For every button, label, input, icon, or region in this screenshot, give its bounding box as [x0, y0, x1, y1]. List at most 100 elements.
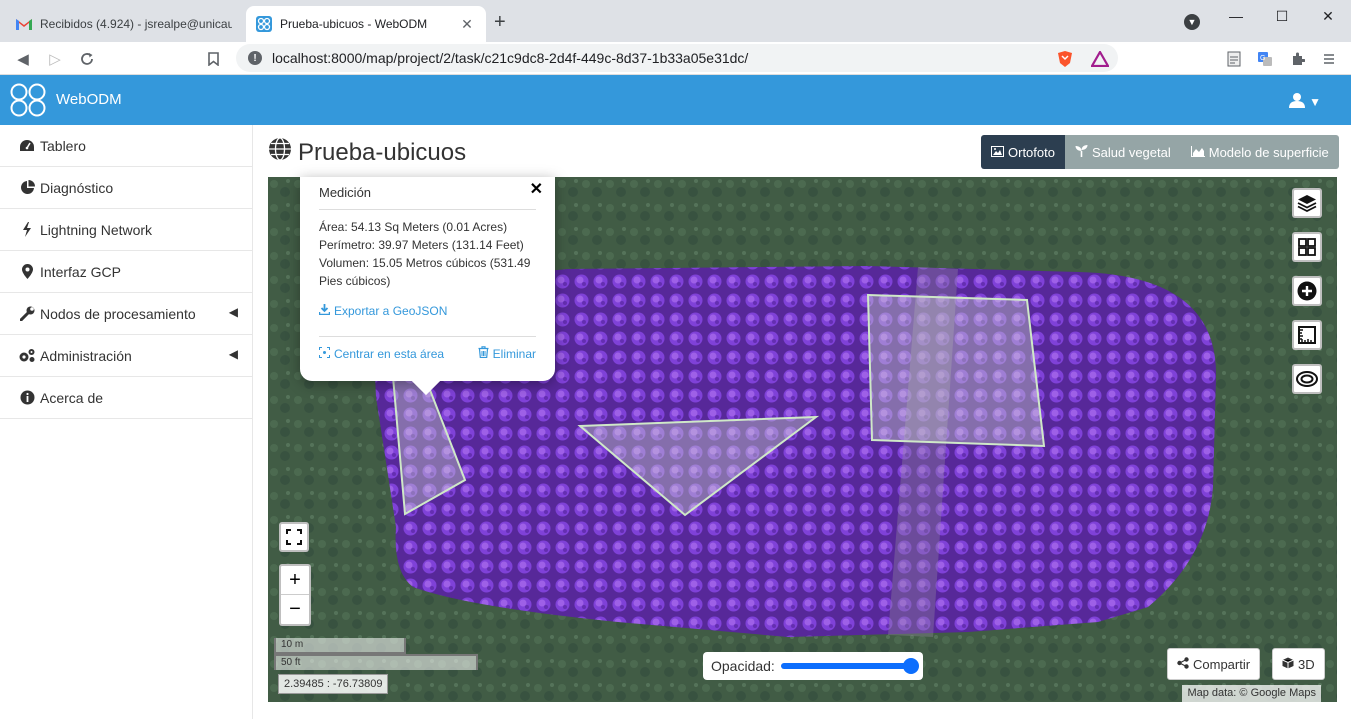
- volume-value: Volumen: 15.05 Metros cúbicos (531.49 Pi…: [319, 256, 531, 288]
- share-icon: [1177, 656, 1189, 672]
- site-info-icon[interactable]: !: [248, 51, 262, 65]
- window-close-icon[interactable]: ✕: [1305, 0, 1351, 32]
- bolt-icon: [18, 222, 36, 237]
- perimeter-value: Perímetro: 39.97 Meters (131.14 Feet): [319, 238, 524, 252]
- surface-model-button[interactable]: Modelo de superficie: [1180, 135, 1339, 169]
- ruler-icon[interactable]: [1292, 320, 1322, 350]
- sidebar: Tablero Diagnóstico Lightning Network In…: [0, 125, 253, 719]
- wrench-icon: [18, 306, 36, 321]
- area-chart-icon: [1190, 145, 1205, 160]
- close-icon[interactable]: ✕: [530, 179, 543, 199]
- brave-shield-icon[interactable]: [1056, 50, 1074, 68]
- zoom-in-button[interactable]: +: [281, 566, 309, 595]
- scale-bar-meters: 10 m: [274, 638, 406, 654]
- translate-icon[interactable]: G: [1256, 50, 1274, 68]
- browser-menu-icon[interactable]: [1320, 50, 1338, 68]
- image-icon: [991, 145, 1004, 160]
- sidebar-item-label: Tablero: [40, 137, 86, 154]
- plant-health-label: Salud vegetal: [1091, 144, 1171, 160]
- opacity-control: Opacidad:: [703, 652, 923, 680]
- zoom-control: + −: [279, 564, 311, 626]
- 3d-label: 3D: [1298, 656, 1315, 672]
- address-bar-row: ◀ ▷ ! localhost:8000/map/project/2/task/…: [0, 42, 1351, 75]
- scale-bar-feet: 50 ft: [274, 654, 478, 670]
- reload-icon[interactable]: [76, 48, 98, 70]
- export-geojson-label: Exportar a GeoJSON: [334, 304, 448, 318]
- sidebar-item-lightning[interactable]: Lightning Network: [0, 209, 252, 251]
- download-icon: [318, 302, 331, 320]
- dashboard-icon: [18, 139, 36, 153]
- grid-icon[interactable]: [1292, 232, 1322, 262]
- map-attribution: Map data: © Google Maps: [1182, 685, 1321, 702]
- minimize-icon[interactable]: —: [1213, 0, 1259, 32]
- new-tab-icon[interactable]: +: [494, 12, 506, 32]
- plant-health-button[interactable]: Salud vegetal: [1064, 135, 1181, 169]
- export-geojson-link[interactable]: Exportar a GeoJSON: [318, 302, 536, 320]
- pie-chart-icon: [18, 180, 36, 195]
- brave-rewards-icon[interactable]: [1091, 50, 1109, 68]
- sidebar-item-dashboard[interactable]: Tablero: [0, 125, 252, 167]
- delete-link[interactable]: Eliminar: [478, 346, 536, 361]
- sidebar-item-processing-nodes[interactable]: Nodos de procesamiento ◀: [0, 293, 252, 335]
- popup-title: Medición: [319, 185, 536, 210]
- seedling-icon: [1075, 144, 1088, 160]
- webodm-icon: [256, 16, 272, 32]
- zoom-out-button[interactable]: −: [281, 595, 309, 624]
- crosshair-icon: [319, 346, 330, 361]
- cogs-icon: [18, 348, 36, 363]
- measurement-popup: Medición ✕ Área: 54.13 Sq Meters (0.01 A…: [300, 177, 555, 396]
- share-label: Compartir: [1193, 656, 1251, 672]
- share-button[interactable]: Compartir: [1167, 648, 1261, 680]
- center-area-link[interactable]: Centrar en esta área: [319, 346, 444, 361]
- webodm-logo[interactable]: [10, 83, 46, 120]
- sidebar-item-label: Nodos de procesamiento: [40, 305, 196, 322]
- app-navbar: WebODM ▼: [0, 75, 1351, 125]
- orthophoto-label: Ortofoto: [1008, 144, 1055, 160]
- fullscreen-icon[interactable]: [279, 522, 309, 552]
- area-value: Área: 54.13 Sq Meters (0.01 Acres): [319, 220, 508, 234]
- sidebar-item-label: Lightning Network: [40, 221, 153, 238]
- browser-tab-bar: Recibidos (4.924) - jsrealpe@unicauca. P…: [0, 0, 1351, 42]
- extensions-icon[interactable]: [1289, 50, 1307, 68]
- center-area-label: Centrar en esta área: [334, 346, 445, 361]
- trash-icon: [478, 346, 489, 361]
- tab-gmail[interactable]: Recibidos (4.924) - jsrealpe@unicauca.: [6, 6, 242, 42]
- map-marker-icon: [18, 264, 36, 279]
- gmail-icon: [16, 16, 32, 32]
- url-text: localhost:8000/map/project/2/task/c21c9d…: [272, 50, 749, 66]
- sidebar-item-diagnostic[interactable]: Diagnóstico: [0, 167, 252, 209]
- tab-title: Recibidos (4.924) - jsrealpe@unicauca.: [40, 17, 232, 31]
- url-field[interactable]: ! localhost:8000/map/project/2/task/c21c…: [236, 44, 1118, 72]
- profile-menu-icon[interactable]: ▼: [1184, 14, 1200, 30]
- orthophoto-button[interactable]: Ortofoto: [981, 135, 1065, 169]
- sidebar-item-about[interactable]: Acerca de: [0, 377, 252, 419]
- close-tab-icon[interactable]: ✕: [458, 16, 476, 33]
- mouse-coordinates: 2.39485 : -76.73809: [278, 674, 389, 694]
- sidebar-item-administration[interactable]: Administración ◀: [0, 335, 252, 377]
- 3d-button[interactable]: 3D: [1272, 648, 1325, 680]
- sidebar-item-label: Interfaz GCP: [40, 263, 121, 280]
- user-menu[interactable]: ▼: [1289, 92, 1321, 111]
- layers-icon[interactable]: [1292, 188, 1322, 218]
- maximize-icon[interactable]: ☐: [1259, 0, 1305, 32]
- opacity-slider[interactable]: [780, 658, 919, 674]
- opacity-slider-handle[interactable]: [903, 658, 919, 674]
- add-circle-icon[interactable]: [1292, 276, 1322, 306]
- caret-down-icon: ▼: [1309, 94, 1321, 109]
- forward-icon[interactable]: ▷: [44, 48, 66, 70]
- chevron-left-icon: ◀: [228, 305, 238, 319]
- globe-icon: [268, 137, 292, 168]
- sidebar-item-label: Acerca de: [40, 389, 104, 406]
- contours-icon[interactable]: [1292, 364, 1322, 394]
- bookmark-icon[interactable]: [202, 48, 224, 70]
- map-view-switcher: Ortofoto Salud vegetal Modelo de superfi…: [981, 135, 1339, 169]
- page-icon[interactable]: [1225, 50, 1243, 68]
- tab-webodm[interactable]: Prueba-ubicuos - WebODM ✕: [246, 6, 486, 42]
- brand-name[interactable]: WebODM: [56, 91, 122, 108]
- opacity-label: Opacidad:: [711, 658, 775, 674]
- project-title: Prueba-ubicuos: [298, 138, 467, 166]
- back-icon[interactable]: ◀: [12, 48, 34, 70]
- info-icon: [18, 390, 36, 405]
- delete-label: Eliminar: [492, 346, 536, 361]
- sidebar-item-gcp[interactable]: Interfaz GCP: [0, 251, 252, 293]
